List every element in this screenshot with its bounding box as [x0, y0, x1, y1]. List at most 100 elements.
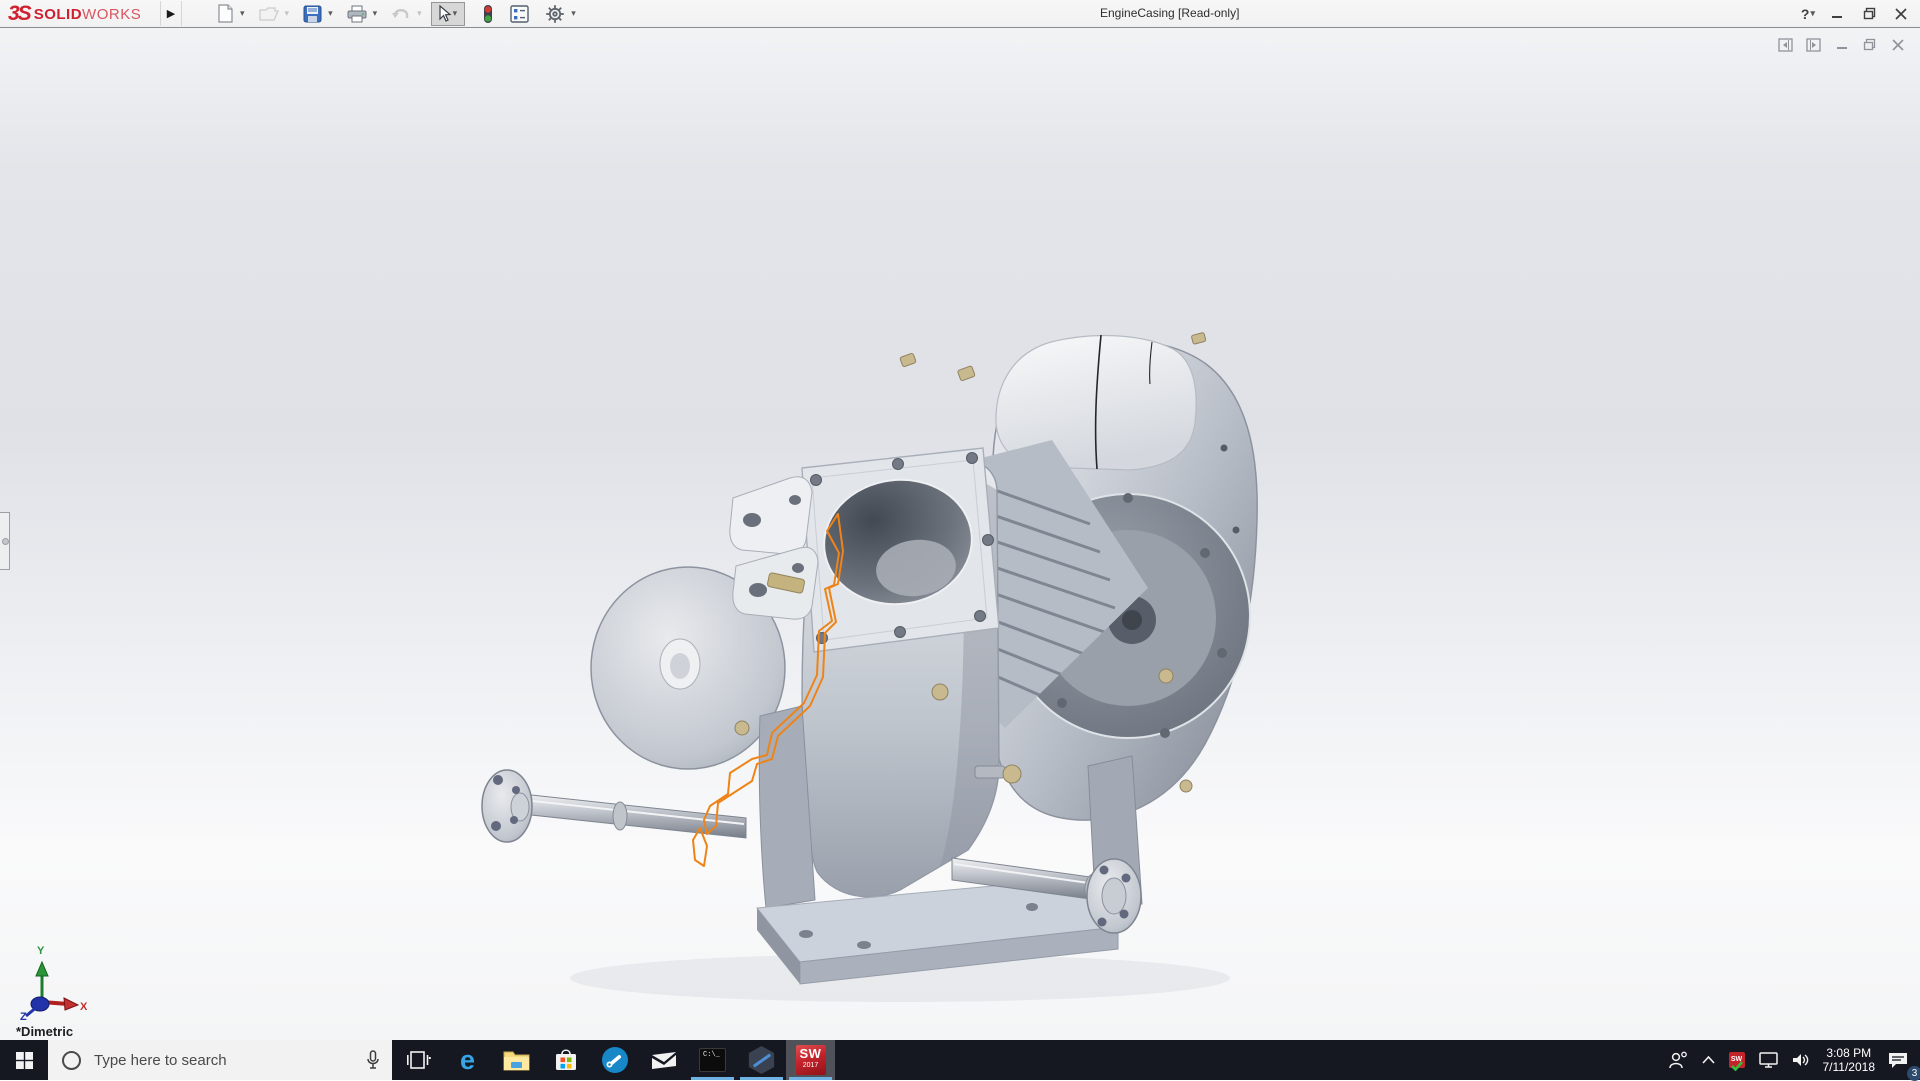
edge-icon: e: [460, 1047, 475, 1074]
triad-x-label: X: [80, 1001, 88, 1013]
taskbar-app-icons: e: [394, 1040, 835, 1080]
doc-restore-button[interactable]: [1861, 36, 1878, 53]
file-explorer-button[interactable]: [492, 1040, 541, 1080]
solidworks-tray-button[interactable]: SW: [1722, 1040, 1752, 1080]
select-arrow-dropdown[interactable]: ▾: [452, 8, 461, 19]
show-pane-right-button[interactable]: [1805, 36, 1822, 53]
engine-casing-model[interactable]: [440, 318, 1320, 1018]
app-minimize-button[interactable]: [1824, 3, 1850, 25]
file-properties-icon: [510, 5, 529, 23]
solidworks-app-button[interactable]: SW 2017: [786, 1040, 835, 1080]
save-button[interactable]: [298, 2, 327, 26]
save-dropdown[interactable]: ▾: [327, 8, 336, 19]
doc-close-button[interactable]: [1889, 36, 1906, 53]
flyout-arrow-icon: ▶: [167, 7, 175, 20]
taskbar-search[interactable]: [48, 1040, 392, 1080]
title-bar: 3S SOLID WORKS ▶ ▾ ▾: [0, 0, 1920, 28]
undo-button[interactable]: [386, 2, 416, 26]
mounting-brackets[interactable]: [730, 477, 818, 619]
close-icon: [1895, 8, 1907, 20]
rebuild-button[interactable]: [477, 2, 499, 26]
new-document-button[interactable]: [212, 2, 239, 26]
undo-icon: [391, 6, 411, 22]
volume-button[interactable]: [1785, 1040, 1817, 1080]
task-view-button[interactable]: [394, 1040, 443, 1080]
settings-tool-icon: [601, 1046, 629, 1074]
solidworks-logo-mark-icon: 3S: [8, 2, 30, 26]
solidworks-logo: 3S SOLID WORKS: [8, 2, 141, 26]
command-prompt-button[interactable]: C:\_: [688, 1040, 737, 1080]
select-arrow-button[interactable]: ▾: [431, 2, 466, 26]
options-dropdown[interactable]: ▾: [570, 8, 579, 19]
open-document-dropdown[interactable]: ▾: [284, 8, 293, 19]
mail-icon: [651, 1051, 677, 1070]
people-icon: [1668, 1051, 1688, 1069]
network-button[interactable]: [1752, 1040, 1785, 1080]
windows-logo-icon: [16, 1052, 33, 1069]
pane-right-icon: [1806, 38, 1821, 52]
system-tray: SW 3:08 PM 7/11/2018: [1661, 1040, 1920, 1080]
graphics-viewport[interactable]: Y X Z *Dimetric: [0, 28, 1920, 1040]
document-title: EngineCasing [Read-only]: [1100, 6, 1239, 20]
notification-badge: 3: [1907, 1066, 1920, 1081]
solidworks-logo-works: WORKS: [82, 6, 141, 23]
undo-dropdown[interactable]: ▾: [416, 8, 425, 19]
rebuild-traffic-light-icon: [482, 4, 494, 24]
action-center-button[interactable]: 3: [1881, 1040, 1920, 1080]
microsoft-store-button[interactable]: [541, 1040, 590, 1080]
view-orientation-label: *Dimetric: [16, 1024, 73, 1039]
app-restore-button[interactable]: [1856, 3, 1882, 25]
taskbar-clock[interactable]: 3:08 PM 7/11/2018: [1817, 1040, 1882, 1080]
clock-date: 7/11/2018: [1823, 1060, 1876, 1074]
triad-z-label: Z: [20, 1011, 27, 1020]
document-window-controls: [1777, 36, 1906, 53]
select-arrow-icon: [436, 5, 452, 23]
solidworks-tray-icon: SW: [1729, 1052, 1745, 1068]
pane-left-icon: [1778, 38, 1793, 52]
open-document-button[interactable]: [254, 2, 284, 26]
search-input[interactable]: [94, 1052, 334, 1069]
microphone-icon[interactable]: [366, 1050, 380, 1070]
hexagon-app-button[interactable]: [737, 1040, 786, 1080]
help-dropdown[interactable]: ▾: [1809, 8, 1818, 19]
solidworks-2017-icon: SW 2017: [796, 1045, 826, 1075]
edge-button[interactable]: e: [443, 1040, 492, 1080]
quick-access-toolbar: ▾ ▾ ▾ ▾: [212, 0, 579, 27]
doc-close-icon: [1892, 39, 1904, 51]
orientation-triad: Y X Z: [10, 940, 90, 1020]
doc-minimize-icon: [1836, 39, 1848, 51]
app-close-button[interactable]: [1888, 3, 1914, 25]
tray-overflow-button[interactable]: [1695, 1040, 1722, 1080]
doc-minimize-button[interactable]: [1833, 36, 1850, 53]
print-icon: [347, 5, 367, 23]
print-button[interactable]: [342, 2, 372, 26]
triad-y-label: Y: [37, 945, 45, 957]
action-center-icon: [1888, 1052, 1908, 1069]
new-document-icon: [217, 4, 234, 23]
menu-flyout-button[interactable]: ▶: [160, 1, 182, 26]
network-icon: [1759, 1052, 1778, 1068]
feature-manager-collapsed-tab[interactable]: [0, 512, 10, 570]
chevron-up-icon: [1702, 1056, 1715, 1064]
settings-tool-button[interactable]: [590, 1040, 639, 1080]
app-window-controls: ? ▾: [1801, 0, 1914, 27]
hexagon-app-icon: [748, 1046, 776, 1074]
help-button[interactable]: ? ▾: [1801, 6, 1818, 22]
new-document-dropdown[interactable]: ▾: [239, 8, 248, 19]
solidworks-logo-solid: SOLID: [34, 6, 82, 23]
command-prompt-icon: C:\_: [699, 1048, 726, 1072]
people-button[interactable]: [1661, 1040, 1695, 1080]
open-document-icon: [259, 5, 279, 22]
print-dropdown[interactable]: ▾: [372, 8, 381, 19]
start-button[interactable]: [0, 1040, 48, 1080]
save-icon: [303, 5, 322, 23]
file-properties-button[interactable]: [505, 2, 534, 26]
options-button[interactable]: [540, 2, 570, 26]
green-check-icon: [1731, 1061, 1743, 1071]
windows-taskbar: e: [0, 1040, 1920, 1080]
doc-restore-icon: [1863, 38, 1876, 51]
show-pane-left-button[interactable]: [1777, 36, 1794, 53]
minimize-icon: [1831, 8, 1843, 20]
cortana-icon: [62, 1051, 81, 1070]
mail-button[interactable]: [639, 1040, 688, 1080]
